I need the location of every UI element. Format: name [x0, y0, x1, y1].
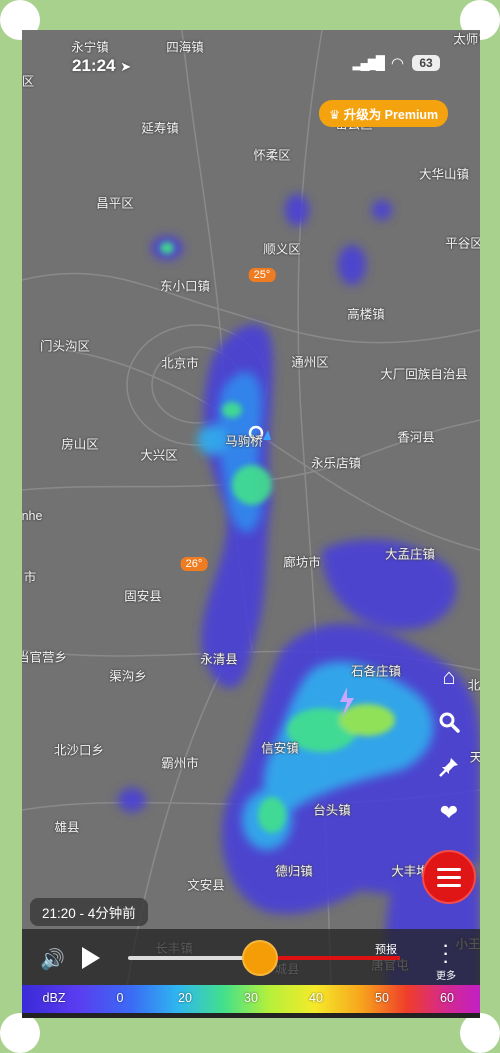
playback-bar: 🔊 预报 · · · 更多 [22, 929, 480, 985]
menu-icon [437, 867, 461, 871]
heart-icon[interactable]: ❤ [432, 796, 466, 830]
phone-screen: 永宁镇四海镇太师屯区延寿镇密云区怀柔区大华山镇昌平区顺义区平谷区东小口镇高楼镇门… [22, 30, 480, 1018]
map-place-label: 门头沟区 [39, 339, 91, 354]
menu-button[interactable] [422, 850, 476, 904]
dbz-legend: dBZ 0 20 30 40 50 60 [22, 985, 480, 1013]
battery-indicator: 63 [412, 55, 440, 71]
map-place-label: 市 [23, 570, 37, 585]
speaker-icon[interactable]: 🔊 [40, 947, 65, 972]
map-place-label: 北沙口乡 [53, 743, 105, 758]
frame-decoration [460, 1013, 500, 1053]
map-place-label: 东小口镇 [159, 279, 211, 294]
status-icons: ▂▄▆█ ◠ 63 [352, 54, 440, 72]
temperature-badge[interactable]: 25° [248, 268, 276, 282]
map-place-label: 廊坊市 [283, 555, 321, 570]
map-place-label: 香河县 [397, 430, 435, 445]
map-place-label: 德归镇 [275, 864, 313, 879]
map-place-label: 北 [467, 678, 480, 693]
legend-tick: 20 [178, 991, 192, 1005]
map-place-label: 信安镇 [261, 741, 299, 756]
map-place-label: 北京市 [161, 356, 199, 371]
map-place-label: 大华山镇 [418, 167, 470, 182]
map-place-label: 文安县 [187, 878, 225, 893]
map-place-label: 石各庄镇 [350, 664, 402, 679]
wifi-icon: ◠ [390, 55, 404, 72]
home-icon[interactable]: ⌂ [432, 660, 466, 694]
map-place-label: 永宁镇 [71, 40, 109, 55]
map-place-label: 渠沟乡 [109, 669, 147, 684]
map-place-label: nhe [22, 509, 43, 523]
frame-decoration [0, 1013, 40, 1053]
map-place-label: 霸州市 [161, 756, 199, 771]
map-place-label: 台头镇 [313, 803, 351, 818]
map-place-label: 大兴区 [140, 448, 178, 463]
legend-tick: 30 [244, 991, 258, 1005]
map-place-label: 昌平区 [96, 196, 134, 211]
timestamp-chip: 21:20 - 4分钟前 [30, 898, 148, 926]
map-place-label: 怀柔区 [253, 148, 291, 163]
forecast-label: 预报 [375, 944, 397, 956]
map-place-label: 马驹桥 [225, 434, 263, 449]
location-arrow-icon: ➤ [120, 59, 132, 74]
map-place-label: 永清县 [200, 652, 238, 667]
play-icon[interactable] [82, 947, 100, 969]
map-place-label: 顺义区 [263, 242, 301, 257]
map-place-label: 天 [469, 750, 480, 765]
status-time: 21:24 ➤ [72, 56, 131, 76]
timeline-thumb[interactable] [242, 940, 278, 976]
map-place-label: 固安县 [124, 589, 162, 604]
premium-label: 升级为 Premium [343, 108, 439, 122]
map-place-label: 区 [22, 74, 35, 89]
map-place-label: 平谷区 [445, 236, 480, 251]
temperature-badge[interactable]: 26° [180, 557, 208, 571]
clock: 21:24 [72, 56, 116, 75]
map-place-label: 高楼镇 [347, 307, 385, 322]
map-place-label: 延寿镇 [141, 121, 179, 136]
map-place-label: 大孟庄镇 [384, 547, 436, 562]
legend-tick: 0 [116, 991, 124, 1005]
map-place-label: 雄县 [54, 820, 80, 835]
more-label: 更多 [436, 971, 456, 982]
map-place-label: 永乐店镇 [310, 456, 362, 471]
map-place-label: 大厂回族自治县 [380, 367, 468, 382]
map-place-label: 太师屯 [453, 32, 480, 47]
map-place-label: 房山区 [61, 437, 99, 452]
signal-icon: ▂▄▆█ [352, 55, 384, 70]
more-icon: · · · [443, 938, 449, 971]
search-icon[interactable] [432, 705, 466, 739]
legend-tick: 40 [309, 991, 323, 1005]
legend-tick: 50 [375, 991, 389, 1005]
more-button[interactable]: · · · 更多 [436, 938, 456, 983]
premium-button[interactable]: ♛ 升级为 Premium [319, 100, 449, 127]
crown-icon: ♛ [329, 108, 341, 122]
map-place-label: 当官营乡 [22, 650, 68, 665]
home-indicator [22, 1013, 480, 1018]
legend-tick: 60 [440, 991, 454, 1005]
pin-icon[interactable] [432, 750, 466, 784]
legend-unit: dBZ [42, 991, 66, 1005]
map-place-label: 通州区 [291, 355, 329, 370]
map-place-label: 四海镇 [166, 40, 204, 55]
